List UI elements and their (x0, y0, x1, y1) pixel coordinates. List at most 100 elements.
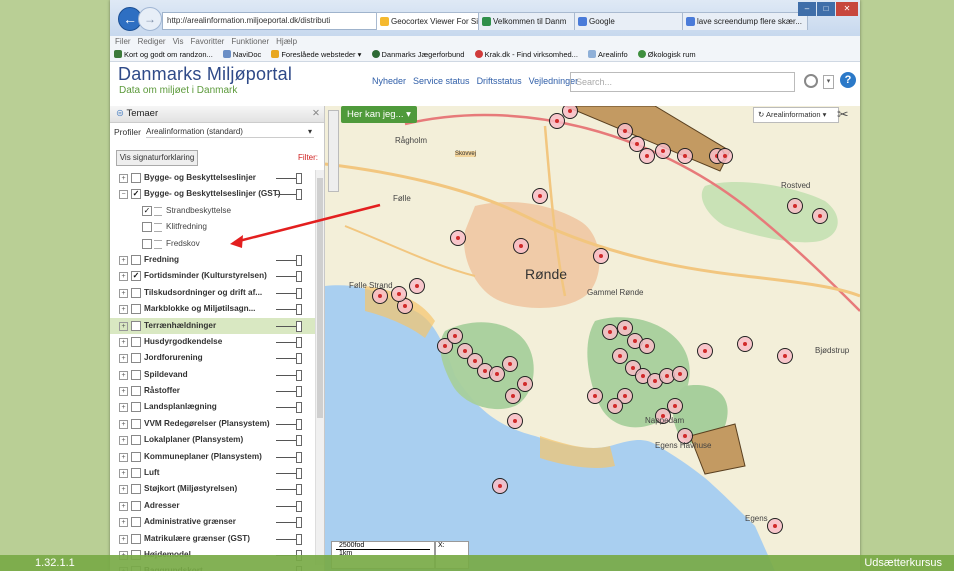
monument-marker[interactable] (717, 148, 733, 164)
menu-favorites[interactable]: Favoritter (191, 37, 225, 46)
expand-toggle-icon[interactable]: + (119, 370, 128, 380)
layer-row[interactable]: + Jordforurening (110, 350, 315, 366)
signature-button[interactable]: Vis signaturforklaring (116, 150, 198, 166)
layer-row[interactable]: + Matrikulære grænser (GST) (110, 531, 315, 547)
layer-checkbox[interactable] (131, 336, 141, 347)
monument-marker[interactable] (517, 376, 533, 392)
layer-checkbox[interactable] (131, 304, 141, 315)
search-input[interactable]: Search... (570, 72, 795, 92)
expand-toggle-icon[interactable]: + (119, 501, 128, 511)
fav-suggested[interactable]: Foreslåede websteder ▾ (271, 48, 361, 61)
monument-marker[interactable] (409, 278, 425, 294)
layer-row[interactable]: + Støjkort (Miljøstyrelsen) (110, 481, 315, 497)
layer-checkbox[interactable] (131, 287, 141, 298)
slider-knob[interactable] (296, 484, 302, 496)
monument-marker[interactable] (737, 336, 753, 352)
layer-row[interactable]: + VVM Redegørelser (Plansystem) (110, 416, 315, 432)
expand-toggle-icon[interactable]: + (119, 337, 128, 347)
monument-marker[interactable] (655, 143, 671, 159)
tab-screendump[interactable]: lave screendump flere skær... (682, 12, 808, 30)
opacity-slider[interactable] (276, 276, 298, 278)
expand-toggle-icon[interactable]: + (119, 469, 128, 479)
opacity-slider[interactable] (276, 473, 298, 475)
layer-checkbox[interactable] (131, 173, 141, 183)
slider-knob[interactable] (296, 533, 302, 545)
monument-marker[interactable] (672, 366, 688, 382)
expand-toggle-icon[interactable]: + (119, 305, 128, 315)
fav-arealinfo[interactable]: Arealinfo (588, 48, 628, 61)
monument-marker[interactable] (532, 188, 548, 204)
layer-checkbox[interactable] (131, 353, 141, 364)
slider-knob[interactable] (296, 386, 302, 398)
close-icon[interactable]: ✕ (836, 2, 858, 16)
expand-toggle-icon[interactable]: + (119, 419, 128, 429)
zoom-slider[interactable] (328, 110, 339, 192)
tab-geocortex[interactable]: Geocortex Viewer For Silv... (376, 12, 492, 30)
layer-row[interactable]: + Fredning (110, 252, 315, 268)
slider-knob[interactable] (296, 287, 302, 299)
opacity-slider[interactable] (276, 391, 298, 393)
expand-toggle-icon[interactable]: + (119, 452, 128, 462)
monument-marker[interactable] (767, 518, 783, 534)
expand-toggle-icon[interactable]: + (119, 403, 128, 413)
opacity-slider[interactable] (276, 358, 298, 360)
search-dropdown-icon[interactable]: ▾ (823, 75, 834, 89)
address-bar[interactable]: http://arealinformation.miljoeportal.dk/… (162, 12, 378, 30)
layer-row[interactable]: + Tilskudsordninger og drift af... (110, 285, 315, 301)
slider-knob[interactable] (296, 451, 302, 463)
opacity-slider[interactable] (276, 522, 298, 524)
search-icon[interactable] (804, 74, 818, 88)
monument-marker[interactable] (639, 148, 655, 164)
minimize-icon[interactable]: – (798, 2, 816, 16)
menu-help[interactable]: Hjælp (276, 37, 297, 46)
monument-marker[interactable] (450, 230, 466, 246)
monument-marker[interactable] (677, 148, 693, 164)
tools-icon[interactable]: ✂ (837, 106, 855, 124)
panel-close-icon[interactable]: ✕ (312, 106, 320, 122)
layer-row[interactable]: ✓ Strandbeskyttelse (110, 203, 315, 219)
layer-row[interactable]: + Bygge- og Beskyttelseslinjer (110, 170, 315, 186)
layer-checkbox[interactable] (131, 484, 141, 495)
fav-jaegerforbund[interactable]: Danmarks Jægerforbund (371, 48, 464, 61)
layer-row[interactable]: + Husdyrgodkendelse (110, 334, 315, 350)
layer-checkbox[interactable] (131, 517, 141, 528)
expand-toggle-icon[interactable]: + (119, 436, 128, 446)
monument-marker[interactable] (391, 286, 407, 302)
opacity-slider[interactable] (276, 325, 298, 327)
fav-navidoc[interactable]: NaviDoc (222, 48, 261, 61)
layer-row[interactable]: − ✓ Bygge- og Beskyttelseslinjer (GST) (110, 186, 315, 202)
layer-checkbox[interactable] (131, 533, 141, 544)
arealinformation-button[interactable]: ↻ Arealinformation ▾ (753, 107, 839, 123)
expand-toggle-icon[interactable]: + (119, 354, 128, 364)
opacity-slider[interactable] (276, 538, 298, 540)
tab-google[interactable]: Google (574, 12, 696, 30)
monument-marker[interactable] (602, 324, 618, 340)
fav-krak[interactable]: Krak.dk - Find virksomhed... (474, 48, 578, 61)
monument-marker[interactable] (612, 348, 628, 364)
monument-marker[interactable] (617, 123, 633, 139)
slider-knob[interactable] (296, 517, 302, 529)
layer-row[interactable]: Fredskov (110, 236, 315, 252)
menu-tools[interactable]: Funktioner (231, 37, 269, 46)
layer-checkbox[interactable] (131, 320, 141, 331)
layer-checkbox[interactable] (131, 451, 141, 462)
opacity-slider[interactable] (276, 259, 298, 261)
monument-marker[interactable] (492, 478, 508, 494)
monument-marker[interactable] (787, 198, 803, 214)
expand-toggle-icon[interactable]: + (119, 387, 128, 397)
layer-row[interactable]: + Markblokke og Miljøtilsagn... (110, 301, 315, 317)
expand-toggle-icon[interactable]: + (119, 255, 128, 265)
layer-row[interactable]: + Administrative grænser (110, 514, 315, 530)
layer-checkbox[interactable] (142, 222, 152, 233)
filter-link[interactable]: Filter: (298, 153, 318, 162)
menu-edit[interactable]: Rediger (138, 37, 166, 46)
nav-nyheder[interactable]: Nyheder (372, 76, 406, 86)
layer-row[interactable]: + Spildevand (110, 367, 315, 383)
opacity-slider[interactable] (276, 178, 298, 179)
layer-row[interactable]: + Terrænhældninger (110, 317, 315, 334)
slider-knob[interactable] (296, 271, 302, 283)
fav-okologisk[interactable]: Økologisk rum (637, 48, 696, 61)
opacity-slider[interactable] (276, 489, 298, 491)
slider-knob[interactable] (296, 254, 302, 266)
slider-knob[interactable] (296, 173, 302, 184)
